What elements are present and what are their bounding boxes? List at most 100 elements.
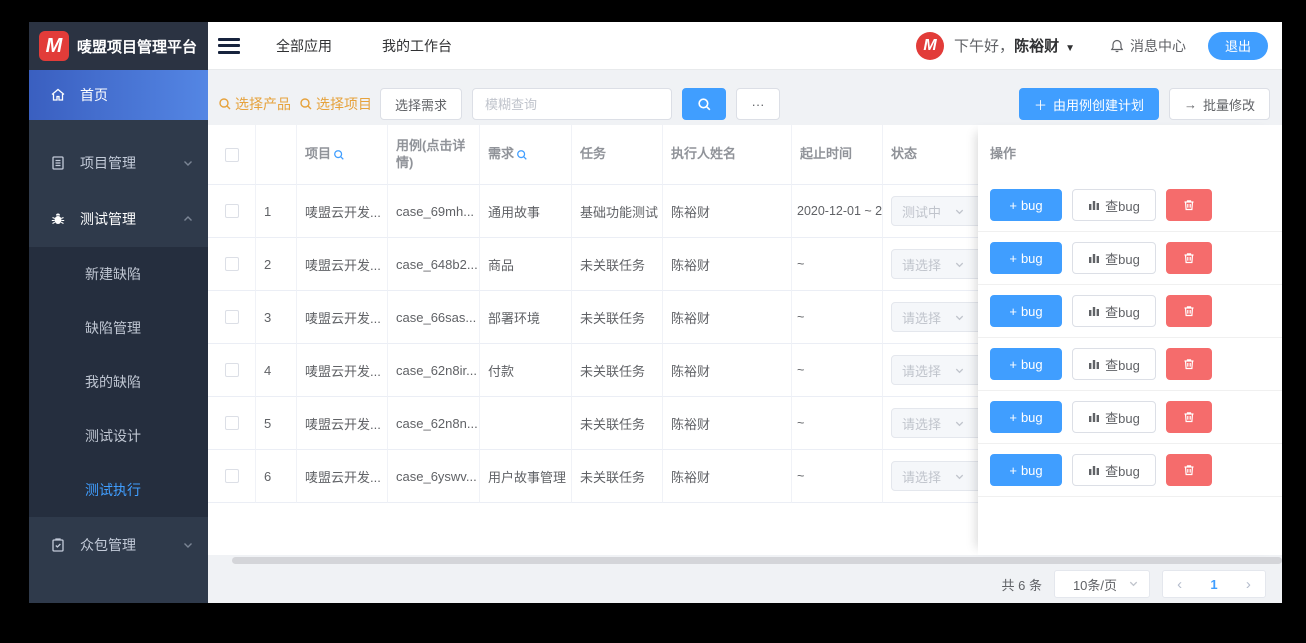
status-select: 请选择 bbox=[891, 302, 984, 332]
sidebar-item-label: 众包管理 bbox=[80, 537, 136, 553]
trash-icon bbox=[1184, 253, 1194, 264]
batch-edit-button[interactable]: → 批量修改 bbox=[1168, 88, 1270, 120]
scrollbar-thumb[interactable] bbox=[232, 557, 1282, 564]
case-link[interactable]: case_62n8n... bbox=[388, 397, 480, 450]
trash-icon bbox=[1184, 359, 1194, 370]
current-page[interactable]: 1 bbox=[1210, 577, 1217, 592]
case-link[interactable]: case_66sas... bbox=[388, 291, 480, 344]
status-select: 测试中 bbox=[891, 196, 984, 226]
pager: ‹ 1 › bbox=[1162, 570, 1266, 598]
view-bug-button[interactable]: 查bug bbox=[1072, 242, 1156, 274]
sidebar-item-crowd-mgmt[interactable]: 众包管理 bbox=[29, 517, 208, 573]
col-project: 项目 bbox=[297, 125, 388, 185]
sidebar-item-test-design[interactable]: 测试设计 bbox=[29, 409, 208, 463]
hamburger-menu-icon[interactable] bbox=[218, 37, 240, 54]
view-bug-button[interactable]: 查bug bbox=[1072, 401, 1156, 433]
avatar[interactable]: M bbox=[916, 31, 945, 60]
add-bug-button[interactable]: + bug bbox=[990, 348, 1062, 380]
page-size-select[interactable]: 10条/页 bbox=[1054, 570, 1150, 598]
sidebar-item-new-defect[interactable]: 新建缺陷 bbox=[29, 247, 208, 301]
fuzzy-search-input[interactable] bbox=[472, 88, 673, 120]
prev-page-button[interactable]: ‹ bbox=[1177, 577, 1182, 592]
bug-icon bbox=[50, 211, 66, 227]
delete-button[interactable] bbox=[1166, 295, 1212, 327]
search-button[interactable] bbox=[682, 88, 727, 120]
add-bug-button[interactable]: + bug bbox=[990, 242, 1062, 274]
username: 陈裕财 bbox=[1014, 38, 1060, 55]
view-bug-button[interactable]: 查bug bbox=[1072, 348, 1156, 380]
delete-button[interactable] bbox=[1166, 242, 1212, 274]
view-bug-button[interactable]: 查bug bbox=[1072, 454, 1156, 486]
total-count: 共 6 条 bbox=[1001, 577, 1042, 593]
delete-button[interactable] bbox=[1166, 348, 1212, 380]
message-center[interactable]: 消息中心 bbox=[1109, 36, 1186, 56]
row-checkbox[interactable] bbox=[224, 469, 239, 483]
arrow-right-icon: → bbox=[1183, 96, 1197, 112]
chevron-down-icon bbox=[954, 259, 965, 270]
dropdown-arrow-icon: ▼ bbox=[1065, 43, 1075, 54]
tab-my-workbench[interactable]: 我的工作台 bbox=[382, 36, 452, 56]
app-window: M 唛盟项目管理平台 首页 项目管理 测试管理 新建缺陷 缺陷管理 我的缺陷 测… bbox=[29, 22, 1282, 603]
case-link[interactable]: case_69mh... bbox=[388, 185, 480, 238]
select-project-link[interactable]: 选择项目 bbox=[299, 94, 372, 114]
add-bug-button[interactable]: + bug bbox=[990, 189, 1062, 221]
col-case: 用例(点击详情) bbox=[388, 125, 480, 185]
document-icon bbox=[50, 155, 66, 171]
bar-chart-icon bbox=[1089, 307, 1100, 316]
sidebar-item-label: 首页 bbox=[80, 87, 108, 103]
more-filters-button[interactable]: ··· bbox=[736, 88, 781, 120]
delete-button[interactable] bbox=[1166, 401, 1212, 433]
search-icon[interactable] bbox=[516, 149, 528, 161]
message-center-label: 消息中心 bbox=[1129, 37, 1186, 54]
plus-icon: + bbox=[1009, 303, 1017, 319]
sidebar-item-test-mgmt[interactable]: 测试管理 bbox=[29, 191, 208, 247]
add-bug-button[interactable]: + bug bbox=[990, 295, 1062, 327]
logo-bar: M 唛盟项目管理平台 bbox=[29, 22, 208, 70]
status-select: 请选择 bbox=[891, 355, 984, 385]
sidebar-item-partial[interactable] bbox=[29, 600, 208, 603]
sidebar-item-project-mgmt[interactable]: 项目管理 bbox=[29, 135, 208, 191]
batch-edit-label: 批量修改 bbox=[1202, 97, 1255, 113]
row-checkbox[interactable] bbox=[224, 363, 239, 377]
next-page-button[interactable]: › bbox=[1246, 577, 1251, 592]
search-icon bbox=[697, 97, 710, 110]
main-content: 选择产品 选择项目 选择需求 ··· ＋ 由用例创建计划 bbox=[208, 70, 1282, 603]
select-all-checkbox[interactable] bbox=[224, 147, 239, 162]
sidebar: M 唛盟项目管理平台 首页 项目管理 测试管理 新建缺陷 缺陷管理 我的缺陷 测… bbox=[29, 22, 208, 603]
sidebar-item-label: 测试管理 bbox=[80, 211, 136, 227]
row-checkbox[interactable] bbox=[224, 416, 239, 430]
select-demand-button[interactable]: 选择需求 bbox=[380, 88, 463, 120]
sidebar-item-defect-mgmt[interactable]: 缺陷管理 bbox=[29, 301, 208, 355]
actions-row: + bug 查bug bbox=[978, 444, 1282, 497]
trash-icon bbox=[1184, 200, 1194, 211]
delete-button[interactable] bbox=[1166, 454, 1212, 486]
row-checkbox[interactable] bbox=[224, 310, 239, 324]
create-plan-button[interactable]: ＋ 由用例创建计划 bbox=[1018, 88, 1159, 120]
plus-icon: + bbox=[1009, 356, 1017, 372]
row-checkbox[interactable] bbox=[224, 257, 239, 271]
sidebar-item-test-execution[interactable]: 测试执行 bbox=[29, 463, 208, 517]
tab-all-apps[interactable]: 全部应用 bbox=[276, 36, 332, 56]
user-greeting[interactable]: 下午好，陈裕财 ▼ bbox=[954, 35, 1075, 56]
add-bug-button[interactable]: + bug bbox=[990, 454, 1062, 486]
col-dates: 起止时间 bbox=[792, 125, 883, 185]
view-bug-button[interactable]: 查bug bbox=[1072, 295, 1156, 327]
row-checkbox[interactable] bbox=[224, 204, 239, 218]
search-icon[interactable] bbox=[333, 149, 345, 161]
add-bug-button[interactable]: + bug bbox=[990, 401, 1062, 433]
case-link[interactable]: case_62n8ir... bbox=[388, 344, 480, 397]
view-bug-button[interactable]: 查bug bbox=[1072, 189, 1156, 221]
chevron-down-icon bbox=[954, 418, 965, 429]
case-link[interactable]: case_6yswv... bbox=[388, 450, 480, 503]
chevron-up-icon bbox=[182, 213, 194, 225]
case-link[interactable]: case_648b2... bbox=[388, 238, 480, 291]
toolbar: 选择产品 选择项目 选择需求 ··· ＋ 由用例创建计划 bbox=[208, 88, 1270, 120]
logo-icon: M bbox=[39, 31, 69, 61]
select-product-link[interactable]: 选择产品 bbox=[218, 94, 291, 114]
bar-chart-icon bbox=[1089, 201, 1100, 210]
select-project-label: 选择项目 bbox=[316, 96, 372, 112]
sidebar-item-home[interactable]: 首页 bbox=[29, 70, 208, 120]
delete-button[interactable] bbox=[1166, 189, 1212, 221]
logout-button[interactable]: 退出 bbox=[1207, 31, 1268, 60]
sidebar-item-my-defects[interactable]: 我的缺陷 bbox=[29, 355, 208, 409]
